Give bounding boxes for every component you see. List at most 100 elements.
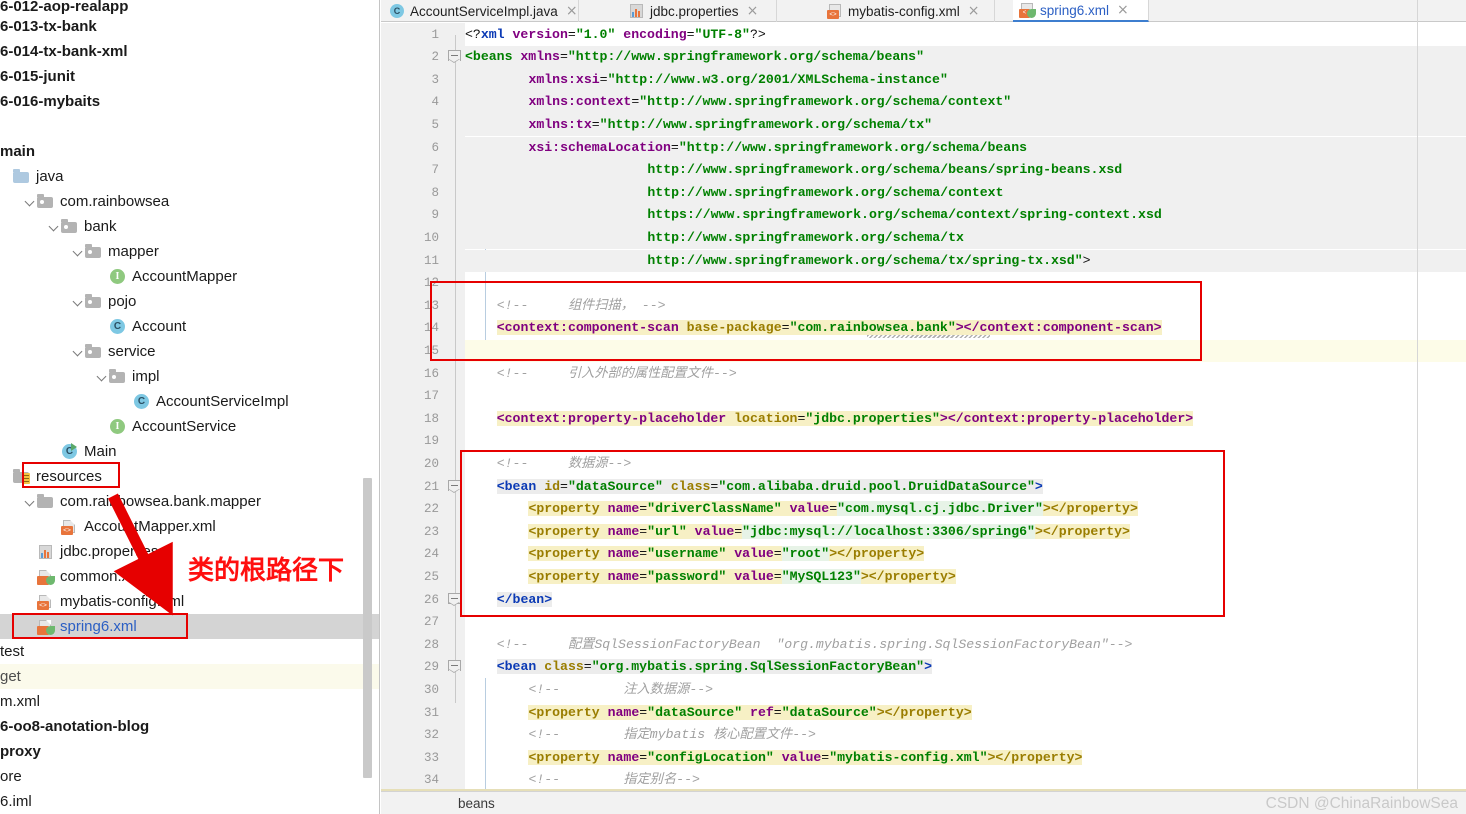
code-line[interactable]: <property name="dataSource" ref="dataSou… xyxy=(465,702,1466,725)
tree-item-label: 6-013-tx-bank xyxy=(0,18,97,35)
code-line[interactable]: http://www.springframework.org/schema/co… xyxy=(465,181,1466,205)
package-folder-icon xyxy=(37,194,55,210)
spring-component-scan-gutter-icon[interactable] xyxy=(409,314,425,330)
editor-panel[interactable]: C AccountServiceImpl.java × jdbc.properties… xyxy=(381,0,1466,814)
code-token: = xyxy=(639,704,648,720)
spring-bean-gutter-icon[interactable] xyxy=(407,50,423,66)
code-line[interactable]: <!-- 注入数据源--> xyxy=(465,679,1466,702)
code-line-content: xmlns:tx="http://www.springframework.org… xyxy=(465,117,932,132)
close-icon[interactable]: × xyxy=(566,4,578,18)
tree-item-com-rainbowsea[interactable]: com.rainbowsea xyxy=(0,189,380,214)
code-line[interactable]: <!-- 引入外部的属性配置文件--> xyxy=(465,363,1466,386)
code-token: http://www.springframework.org/schema/be… xyxy=(647,162,1123,178)
tree-item-label: Main xyxy=(84,443,117,460)
tree-item-account[interactable]: Account xyxy=(0,314,380,339)
tree-item-6-013-tx-bank[interactable]: 6-013-tx-bank xyxy=(0,14,380,39)
chevron-down-icon[interactable] xyxy=(48,220,61,233)
code-line[interactable]: <beans xmlns="http://www.springframework… xyxy=(465,46,1466,69)
sidebar-editor-divider[interactable] xyxy=(379,0,380,814)
tree-item-accountserviceimpl[interactable]: AccountServiceImpl xyxy=(0,389,380,414)
tree-item-6-oo8-anotation-blog[interactable]: 6-oo8-anotation-blog xyxy=(0,714,380,739)
code-line[interactable]: <!-- 指定mybatis 核心配置文件--> xyxy=(465,724,1466,747)
code-token: xml xyxy=(480,26,505,42)
tree-item-get[interactable]: get xyxy=(0,664,380,689)
code-line[interactable]: <?xml version="1.0" encoding="UTF-8"?> xyxy=(465,24,1466,47)
code-line[interactable]: https://www.springframework.org/schema/c… xyxy=(465,204,1466,227)
editor-line-number-gutter[interactable]: 1 2 3 4 5 6 7 8 9 10 11 12 13 14 15 16 17 18 19 20 21 22 23 24 2… xyxy=(381,23,447,791)
tree-item-6-016-mybaits[interactable]: 6-016-mybaits xyxy=(0,89,380,114)
tree-item-accountmapper[interactable]: AccountMapper xyxy=(0,264,380,289)
tree-item-label: mybatis-config.xml xyxy=(60,593,185,610)
tree-item-com-rainbowsea-bank-mapper[interactable]: com.rainbowsea.bank.mapper xyxy=(0,489,380,514)
editor-fold-strip[interactable] xyxy=(447,23,465,791)
editor-tab-accountserviceimpl-java[interactable]: C AccountServiceImpl.java × xyxy=(383,0,579,22)
tree-item-service[interactable]: service xyxy=(0,339,380,364)
close-icon[interactable]: × xyxy=(747,4,759,18)
chevron-down-icon[interactable] xyxy=(72,345,85,358)
tree-item-impl[interactable]: impl xyxy=(0,364,380,389)
tree-item-m-xml[interactable]: m.xml xyxy=(0,689,380,714)
code-line-content: https://www.springframework.org/schema/c… xyxy=(465,207,1161,222)
tree-item-mybatis-config-xml[interactable]: <> mybatis-config.xml xyxy=(0,589,380,614)
code-line[interactable]: <bean class="org.mybatis.spring.SqlSessi… xyxy=(465,656,1466,679)
properties-icon xyxy=(629,3,645,19)
line-number: 8 xyxy=(431,185,439,200)
tree-item-test[interactable]: test xyxy=(0,639,380,664)
chevron-down-icon[interactable] xyxy=(96,370,109,383)
code-line-content: http://www.springframework.org/schema/co… xyxy=(465,185,1003,200)
chevron-down-icon[interactable] xyxy=(24,195,37,208)
code-line[interactable]: xsi:schemaLocation="http://www.springfra… xyxy=(465,136,1466,160)
tree-item-ore[interactable]: ore xyxy=(0,764,380,789)
code-token: <bean xyxy=(496,659,537,675)
tree-item-accountservice[interactable]: AccountService xyxy=(0,414,380,439)
code-line[interactable]: http://www.springframework.org/schema/tx… xyxy=(465,249,1466,273)
editor-tab-bar[interactable]: C AccountServiceImpl.java × jdbc.properties… xyxy=(381,0,1466,22)
tree-item-6-014-tx-bank-xml[interactable]: 6-014-tx-bank-xml xyxy=(0,39,380,64)
tree-item-java[interactable]: java xyxy=(0,164,380,189)
editor-tab-jdbc-properties[interactable]: jdbc.properties × xyxy=(623,0,777,22)
code-line[interactable]: <!-- 指定别名--> xyxy=(465,769,1466,791)
chevron-down-icon[interactable] xyxy=(72,295,85,308)
code-line[interactable]: xmlns:xsi="http://www.w3.org/2001/XMLSch… xyxy=(465,68,1466,92)
tree-item-main[interactable]: Main xyxy=(0,439,380,464)
tree-item-pojo[interactable]: pojo xyxy=(0,289,380,314)
code-line[interactable]: <property name="configLocation" value="m… xyxy=(465,747,1466,770)
intention-bulb-icon[interactable] xyxy=(469,368,486,385)
tree-item-main[interactable]: main xyxy=(0,139,380,164)
project-tree-panel[interactable]: 6-012-aop-realapp 6-013-tx-bank 6-014-tx-b… xyxy=(0,0,380,814)
code-fold-toggle[interactable] xyxy=(448,660,461,674)
chevron-down-icon[interactable] xyxy=(72,245,85,258)
tree-item-proxy[interactable]: proxy xyxy=(0,739,380,764)
code-fold-toggle[interactable] xyxy=(448,50,461,64)
code-line[interactable]: http://www.springframework.org/schema/tx xyxy=(465,226,1466,250)
editor-tab-spring6-xml[interactable]: < spring6.xml × xyxy=(1013,0,1149,22)
code-line[interactable] xyxy=(465,385,1466,408)
java-class-icon: C xyxy=(389,3,405,19)
tree-item-6-iml[interactable]: 6.iml xyxy=(0,789,380,814)
tree-item-label: 6.iml xyxy=(0,793,32,810)
close-icon[interactable]: × xyxy=(1117,3,1129,17)
code-line-content: <!-- 引入外部的属性配置文件--> xyxy=(465,366,737,381)
code-token: "dataSource" xyxy=(781,704,877,720)
code-line[interactable]: <context:property-placeholder location="… xyxy=(465,408,1466,431)
breadcrumb[interactable]: beans xyxy=(458,796,495,811)
code-line[interactable]: xmlns:tx="http://www.springframework.org… xyxy=(465,113,1466,137)
code-line[interactable]: xmlns:context="http://www.springframewor… xyxy=(465,91,1466,114)
code-token: location xyxy=(726,410,798,426)
editor-code-area[interactable]: <?xml version="1.0" encoding="UTF-8"?> <b… xyxy=(465,23,1466,791)
tree-item-label: jdbc.properties xyxy=(60,543,159,560)
tree-item-accountmapper-xml[interactable]: <> AccountMapper.xml xyxy=(0,514,380,539)
code-line[interactable]: <!-- 配置SqlSessionFactoryBean "org.mybati… xyxy=(465,634,1466,657)
code-token: encoding xyxy=(615,26,687,42)
editor-tab-mybatis-config-xml[interactable]: <> mybatis-config.xml × xyxy=(821,0,995,22)
sidebar-scrollbar-thumb[interactable] xyxy=(363,478,372,778)
line-number: 25 xyxy=(423,569,439,584)
close-icon[interactable]: × xyxy=(968,4,980,18)
code-token: = xyxy=(583,659,592,675)
tree-item-bank[interactable]: bank xyxy=(0,214,380,239)
tree-item-mapper[interactable]: mapper xyxy=(0,239,380,264)
tree-item-label: m.xml xyxy=(0,693,40,710)
chevron-down-icon[interactable] xyxy=(24,495,37,508)
tree-item-6-015-junit[interactable]: 6-015-junit xyxy=(0,64,380,89)
code-line[interactable]: http://www.springframework.org/schema/be… xyxy=(465,159,1466,182)
